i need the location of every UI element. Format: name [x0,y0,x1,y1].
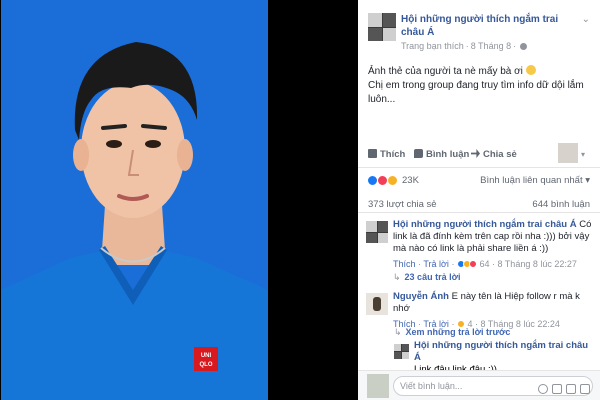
comment-body: Hội những người thích ngắm trai châu Á C… [393,219,593,270]
reply-author[interactable]: Hội những người thích ngắm trai châu Á [414,340,590,364]
comments-count[interactable]: 644 bình luận [532,199,590,210]
smile-emoji-icon [525,65,536,75]
share-icon [471,149,480,158]
comment-actions: Thích · Trả lời · 64 · 8 Tháng 8 lúc 22:… [393,259,577,269]
camera-icon[interactable] [552,384,562,394]
comment-body: Nguyễn Ánh E này tên là Hiệp follow r mà… [393,291,593,330]
post-meta: Trang bạn thích · 8 Tháng 8 · [401,41,528,51]
svg-text:UNI: UNI [201,353,212,359]
haha-reaction-icon[interactable] [387,175,398,186]
thumbs-up-icon [368,149,377,158]
comment-date[interactable]: 8 Tháng 8 lúc 22:27 [497,259,576,269]
commenter-avatar[interactable] [366,293,388,315]
group-avatar[interactable] [368,13,396,41]
chevron-down-icon[interactable]: ⌄ [582,14,590,25]
photo-viewer: UNI QLO Hội những người thích ngắm trai … [0,0,600,400]
photo-stage: UNI QLO [0,0,358,400]
reply-avatar[interactable] [394,344,409,359]
reply-arrow-icon: ↳ [393,272,401,282]
view-previous-replies-label: Xem những trả lời trước [405,327,511,337]
post-side-panel: Hội những người thích ngắm trai châu Á ⌄… [358,0,600,400]
like-label: Thích [380,149,406,160]
share-label: Chia sẻ [483,149,517,160]
gif-icon[interactable] [566,384,576,394]
share-button[interactable]: Chia sẻ [471,149,517,160]
reply-arrow-icon: ↳ [394,327,402,337]
like-button[interactable]: Thích [368,149,405,160]
comment-author[interactable]: Hội những người thích ngắm trai châu Á [393,219,577,230]
counts-row: 373 lượt chia sẻ 644 bình luận [358,195,600,213]
view-replies-link[interactable]: ↳ 23 câu trả lời [393,272,460,283]
current-user-avatar [367,374,389,398]
portrait-image: UNI QLO [1,0,268,400]
comment-sort-dropdown[interactable]: Bình luận liên quan nhất ▾ [480,175,590,186]
group-name-link[interactable]: Hội những người thích ngắm trai châu Á [401,13,576,39]
post-source[interactable]: Trang bạn thích [401,41,464,51]
viewer-avatar[interactable] [558,143,578,163]
comment-button[interactable]: Bình luận [414,149,469,160]
caret-down-icon[interactable]: ▾ [581,150,585,159]
post-date[interactable]: 8 Tháng 8 [471,41,511,51]
comment-author[interactable]: Nguyễn Ánh [393,291,449,302]
globe-icon [520,43,528,50]
composer-icons [534,381,590,399]
comment-reaction-count[interactable]: 64 [479,259,489,269]
view-previous-replies-link[interactable]: ↳ Xem những trả lời trước [394,327,510,338]
emoji-icon[interactable] [538,384,548,394]
comment-composer: Viết bình luận... [358,370,600,400]
comment-label: Bình luận [426,149,470,160]
post-header: Hội những người thích ngắm trai châu Á ⌄… [366,10,592,55]
svg-text:QLO: QLO [200,362,213,368]
post-text: Ảnh thẻ của người ta nè mấy bà ơi Chị em… [368,65,590,107]
sticker-icon[interactable] [580,384,590,394]
commenter-avatar[interactable] [366,221,388,243]
reactions-count[interactable]: 23K [402,175,419,186]
post-text-line2: Chị em trong group đang truy tìm info dữ… [368,80,584,105]
post-photo[interactable]: UNI QLO [1,0,268,400]
comment-like-link[interactable]: Thích [393,259,416,269]
reactions-row: 23K Bình luận liên quan nhất ▾ [358,170,600,192]
love-mini-icon [468,260,477,268]
view-replies-label: 23 câu trả lời [404,272,461,282]
post-text-line1: Ảnh thẻ của người ta nè mấy bà ơi [368,66,523,77]
comment-icon [414,149,423,158]
comment-reply-link[interactable]: Trả lời [423,259,449,269]
shares-count[interactable]: 373 lượt chia sẻ [368,199,437,210]
